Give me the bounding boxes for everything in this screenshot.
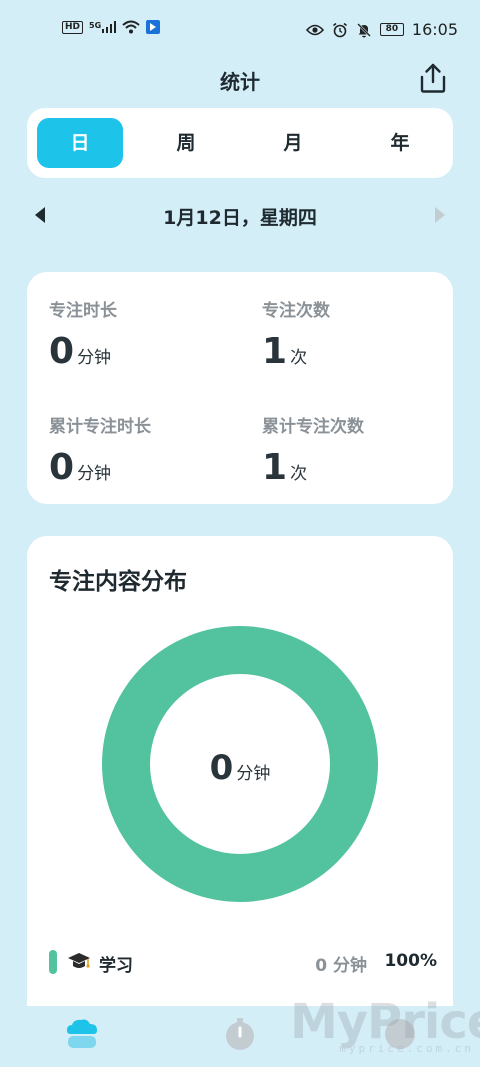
stat-total-count: 累计专注次数 1 次 — [262, 412, 452, 488]
stat-unit: 分钟 — [77, 348, 112, 368]
donut-center-unit: 分钟 — [236, 764, 271, 784]
date-navigator: 1月12日，星期四 — [0, 198, 480, 234]
distribution-card: 专注内容分布 0 分钟 学习 0 分钟 100% — [27, 536, 453, 1006]
period-tabs: 日 周 月 年 — [27, 108, 453, 178]
tab-month[interactable]: 月 — [250, 118, 336, 168]
stat-value: 0 — [49, 447, 75, 488]
profile-icon[interactable] — [380, 1014, 420, 1054]
share-icon[interactable] — [418, 62, 448, 94]
stat-value: 1 — [262, 447, 288, 488]
status-bar-left: HD 5G — [62, 20, 161, 34]
stat-label: 专注次数 — [262, 301, 330, 321]
legend-item[interactable]: 学习 0 分钟 100% — [49, 948, 437, 978]
header: 统计 — [0, 62, 480, 96]
stat-focus-count: 专注次数 1 次 — [262, 296, 452, 372]
legend-name: 学习 — [99, 956, 133, 976]
legend-duration: 0 分钟 — [315, 956, 367, 976]
network-label: 5G — [89, 21, 102, 30]
stats-card: 专注时长 0 分钟 专注次数 1 次 累计专注时长 0 分钟 累计专注次数 1 … — [27, 272, 453, 504]
timer-icon[interactable] — [220, 1014, 260, 1054]
stat-label: 累计专注时长 — [49, 417, 151, 437]
app-notification-icon — [146, 20, 161, 34]
stats-cloud-icon[interactable] — [62, 1014, 102, 1054]
tab-day[interactable]: 日 — [37, 118, 123, 168]
signal-icon: 5G — [89, 21, 117, 33]
alarm-icon — [332, 22, 347, 37]
battery-indicator: 80 — [379, 23, 404, 36]
stat-label: 专注时长 — [49, 301, 117, 321]
status-time: 16:05 — [411, 20, 458, 39]
stat-focus-duration: 专注时长 0 分钟 — [49, 296, 239, 372]
mute-bell-icon — [357, 22, 371, 37]
stat-total-duration: 累计专注时长 0 分钟 — [49, 412, 239, 488]
donut-center-label: 0 分钟 — [102, 748, 378, 788]
distribution-title: 专注内容分布 — [49, 569, 187, 595]
stat-value: 1 — [262, 331, 288, 372]
next-date-icon[interactable] — [433, 206, 447, 224]
page-title: 统计 — [220, 70, 260, 94]
stat-unit: 分钟 — [77, 464, 112, 484]
donut-center-value: 0 — [209, 748, 234, 788]
tab-year[interactable]: 年 — [357, 118, 443, 168]
bottom-nav — [0, 1006, 480, 1067]
current-date: 1月12日，星期四 — [163, 207, 317, 229]
eye-icon — [305, 24, 324, 35]
stat-value: 0 — [49, 331, 75, 372]
status-bar: HD 5G 80 16:05 — [0, 16, 480, 44]
wifi-icon — [122, 20, 140, 34]
hd-badge: HD — [62, 20, 84, 34]
status-bar-right: 80 16:05 — [305, 20, 458, 39]
graduation-cap-icon — [68, 953, 90, 968]
stat-label: 累计专注次数 — [262, 417, 364, 437]
legend-swatch — [49, 950, 57, 974]
tab-week[interactable]: 周 — [143, 118, 229, 168]
stat-unit: 次 — [290, 348, 308, 368]
stat-unit: 次 — [290, 464, 308, 484]
legend-percent: 100% — [384, 951, 437, 971]
